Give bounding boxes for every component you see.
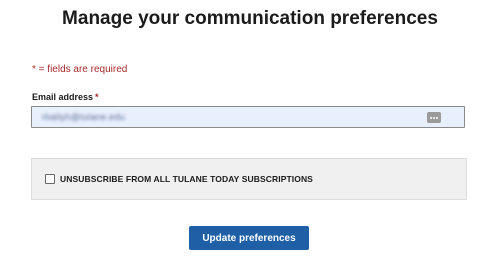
page-title: Manage your communication preferences (62, 8, 438, 29)
required-fields-note: * = fields are required (32, 64, 128, 75)
required-marker: * (95, 92, 99, 102)
unsubscribe-checkbox[interactable] (45, 174, 55, 184)
email-label: Email address * (32, 92, 99, 102)
email-label-text: Email address (32, 92, 94, 102)
update-preferences-button[interactable]: Update preferences (189, 226, 309, 250)
unsubscribe-panel: UNSUBSCRIBE FROM ALL TULANE TODAY SUBSCR… (31, 158, 467, 200)
unsubscribe-label[interactable]: UNSUBSCRIBE FROM ALL TULANE TODAY SUBSCR… (60, 174, 313, 184)
more-dots-icon[interactable] (427, 112, 441, 123)
email-value: rballyh@tulane.edu (42, 112, 126, 122)
email-field[interactable]: rballyh@tulane.edu (31, 106, 465, 128)
